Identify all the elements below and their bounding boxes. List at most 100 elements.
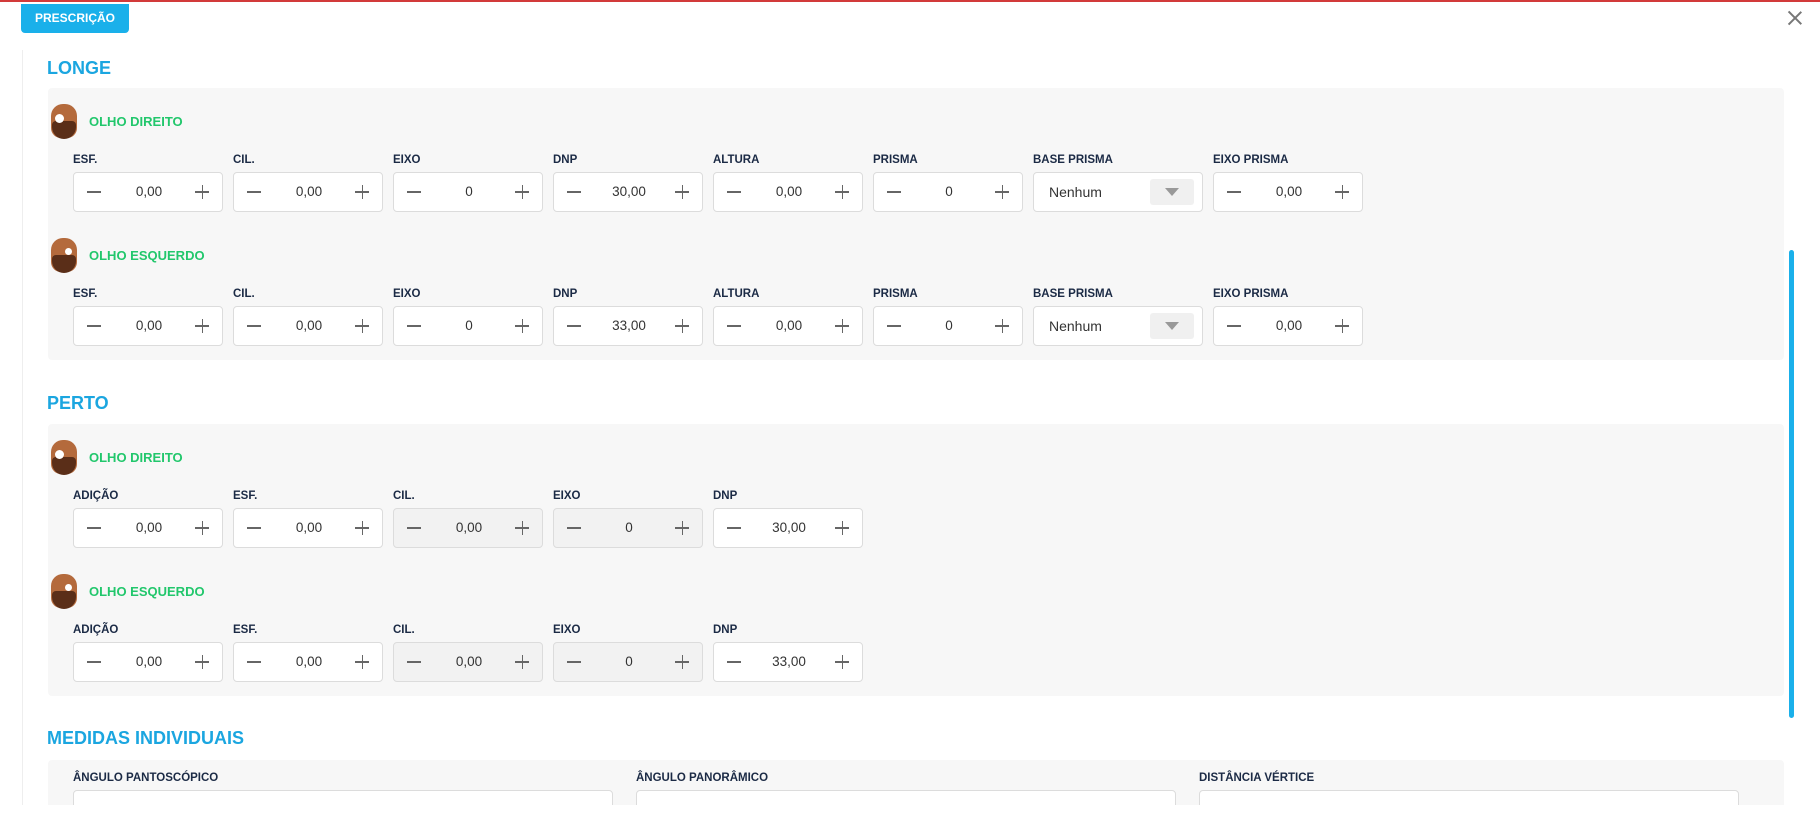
minus-icon[interactable] [554,173,594,211]
measure-input[interactable] [73,790,613,805]
stepper-value[interactable]: 33,00 [754,643,824,681]
quantity-stepper[interactable]: 0 [393,172,543,212]
measure-input[interactable] [1199,790,1739,805]
plus-icon[interactable] [982,173,1022,211]
quantity-stepper[interactable]: 0,00 [73,306,223,346]
stepper-value[interactable]: 0,00 [274,643,344,681]
plus-icon[interactable] [182,509,222,547]
base-prisma-select[interactable]: Nenhum [1033,172,1203,212]
stepper-value[interactable]: 0,00 [114,643,184,681]
minus-icon[interactable] [234,307,274,345]
quantity-stepper[interactable]: 0,00 [233,172,383,212]
chevron-down-icon[interactable] [1150,179,1194,205]
quantity-stepper[interactable]: 0,00 [393,508,543,548]
quantity-stepper[interactable]: 0,00 [713,306,863,346]
quantity-stepper[interactable]: 0 [393,306,543,346]
stepper-value[interactable]: 30,00 [754,509,824,547]
plus-icon[interactable] [182,173,222,211]
minus-icon[interactable] [874,173,914,211]
stepper-value[interactable]: 0 [434,173,504,211]
quantity-stepper[interactable]: 0,00 [393,642,543,682]
quantity-stepper[interactable]: 30,00 [553,172,703,212]
stepper-value[interactable]: 0 [914,173,984,211]
plus-icon[interactable] [822,307,862,345]
minus-icon[interactable] [554,509,594,547]
plus-icon[interactable] [182,643,222,681]
quantity-stepper[interactable]: 0,00 [1213,306,1363,346]
stepper-value[interactable]: 0,00 [1254,307,1324,345]
quantity-stepper[interactable]: 33,00 [553,306,703,346]
stepper-value[interactable]: 0,00 [274,173,344,211]
stepper-value[interactable]: 0 [594,509,664,547]
plus-icon[interactable] [502,307,542,345]
minus-icon[interactable] [394,643,434,681]
minus-icon[interactable] [874,307,914,345]
minus-icon[interactable] [554,643,594,681]
plus-icon[interactable] [1322,307,1362,345]
quantity-stepper[interactable]: 0,00 [233,642,383,682]
minus-icon[interactable] [234,509,274,547]
plus-icon[interactable] [342,173,382,211]
stepper-value[interactable]: 0,00 [434,509,504,547]
minus-icon[interactable] [74,509,114,547]
minus-icon[interactable] [714,173,754,211]
stepper-value[interactable]: 0,00 [274,509,344,547]
minus-icon[interactable] [394,173,434,211]
minus-icon[interactable] [714,307,754,345]
quantity-stepper[interactable]: 0 [873,306,1023,346]
measure-input[interactable] [636,790,1176,805]
stepper-value[interactable]: 0,00 [1254,173,1324,211]
quantity-stepper[interactable]: 0,00 [1213,172,1363,212]
stepper-value[interactable]: 0,00 [114,173,184,211]
plus-icon[interactable] [342,643,382,681]
minus-icon[interactable] [234,643,274,681]
quantity-stepper[interactable]: 0 [553,642,703,682]
plus-icon[interactable] [342,307,382,345]
plus-icon[interactable] [502,509,542,547]
minus-icon[interactable] [1214,307,1254,345]
close-icon[interactable] [1786,9,1804,27]
stepper-value[interactable]: 0,00 [434,643,504,681]
minus-icon[interactable] [394,307,434,345]
plus-icon[interactable] [182,307,222,345]
stepper-value[interactable]: 0,00 [754,307,824,345]
plus-icon[interactable] [342,509,382,547]
stepper-value[interactable]: 0,00 [754,173,824,211]
stepper-value[interactable]: 0,00 [114,307,184,345]
plus-icon[interactable] [822,643,862,681]
plus-icon[interactable] [662,173,702,211]
quantity-stepper[interactable]: 0 [873,172,1023,212]
minus-icon[interactable] [74,173,114,211]
minus-icon[interactable] [714,509,754,547]
stepper-value[interactable]: 0,00 [114,509,184,547]
minus-icon[interactable] [74,307,114,345]
minus-icon[interactable] [714,643,754,681]
quantity-stepper[interactable]: 0,00 [73,642,223,682]
stepper-value[interactable]: 33,00 [594,307,664,345]
scrollbar-thumb[interactable] [1789,250,1794,718]
quantity-stepper[interactable]: 33,00 [713,642,863,682]
quantity-stepper[interactable]: 0,00 [73,172,223,212]
plus-icon[interactable] [822,173,862,211]
quantity-stepper[interactable]: 0,00 [233,306,383,346]
stepper-value[interactable]: 0 [434,307,504,345]
minus-icon[interactable] [554,307,594,345]
minus-icon[interactable] [394,509,434,547]
quantity-stepper[interactable]: 0,00 [73,508,223,548]
plus-icon[interactable] [982,307,1022,345]
minus-icon[interactable] [1214,173,1254,211]
stepper-value[interactable]: 30,00 [594,173,664,211]
quantity-stepper[interactable]: 0,00 [233,508,383,548]
plus-icon[interactable] [1322,173,1362,211]
plus-icon[interactable] [662,643,702,681]
plus-icon[interactable] [502,173,542,211]
plus-icon[interactable] [662,307,702,345]
stepper-value[interactable]: 0 [914,307,984,345]
minus-icon[interactable] [74,643,114,681]
base-prisma-select[interactable]: Nenhum [1033,306,1203,346]
quantity-stepper[interactable]: 30,00 [713,508,863,548]
plus-icon[interactable] [662,509,702,547]
minus-icon[interactable] [234,173,274,211]
plus-icon[interactable] [822,509,862,547]
stepper-value[interactable]: 0 [594,643,664,681]
